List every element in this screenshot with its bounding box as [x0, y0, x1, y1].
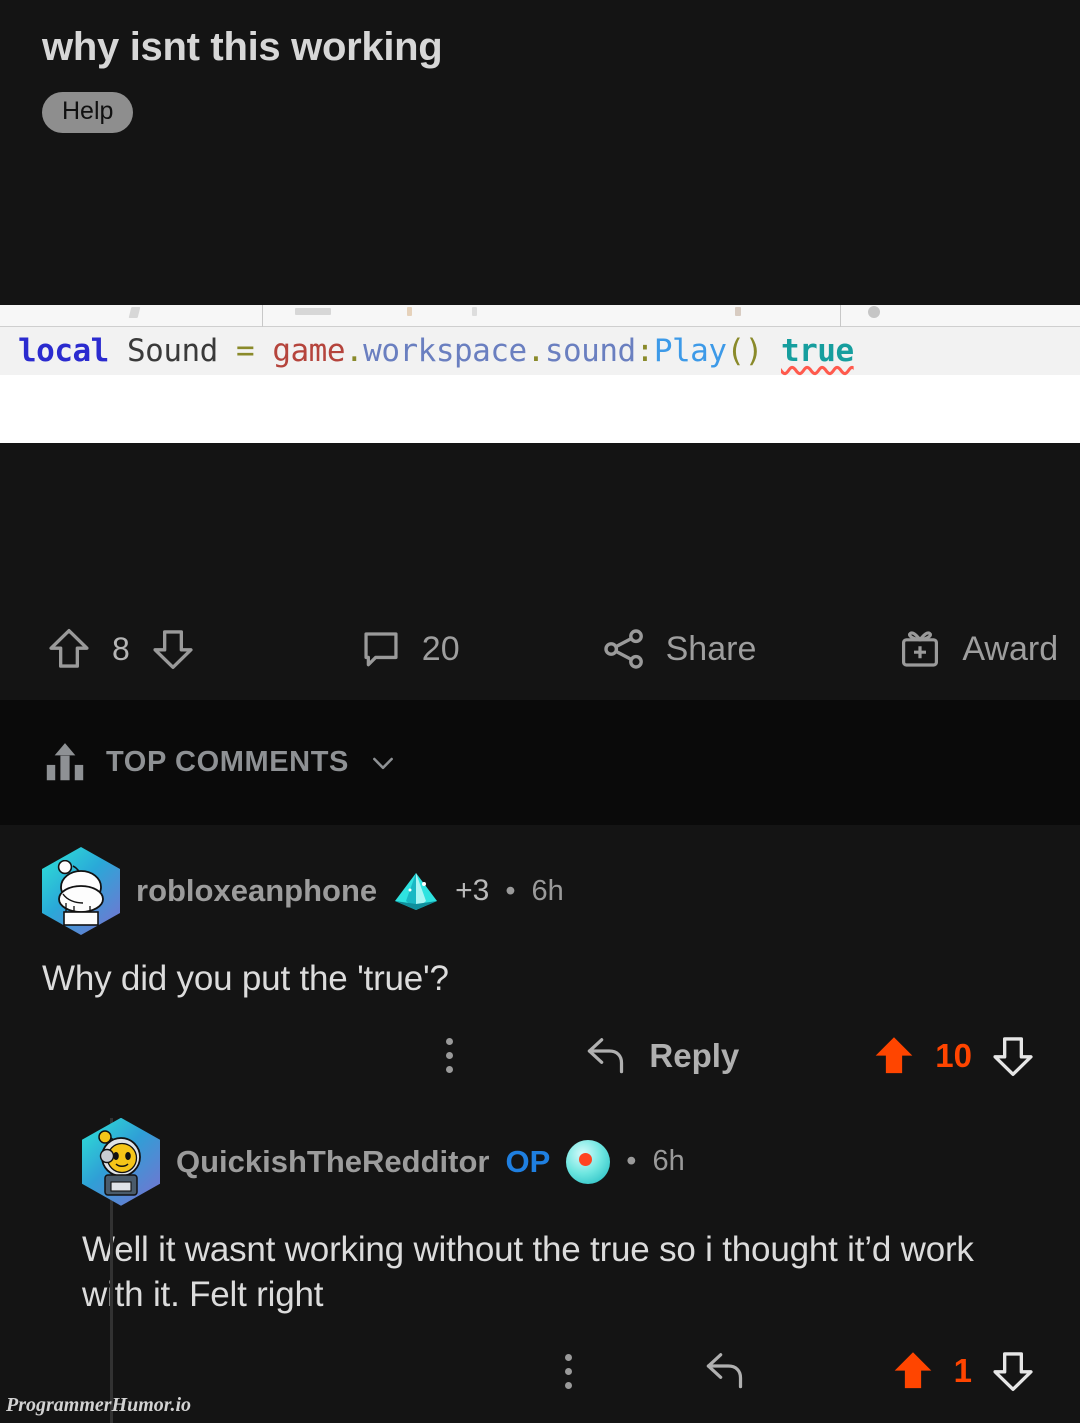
- share-icon: [600, 625, 648, 673]
- code-token-colon: :: [635, 333, 655, 369]
- post-code-image[interactable]: local Sound = game . workspace . sound :…: [0, 305, 1080, 443]
- reply-label: Reply: [649, 1036, 740, 1074]
- code-editor-toolbar: [0, 305, 1080, 327]
- post-flair-help[interactable]: Help: [42, 92, 134, 133]
- reply-author[interactable]: QuickishTheRedditor: [176, 1144, 489, 1180]
- op-badge: OP: [505, 1143, 551, 1179]
- code-token-operator: =: [236, 333, 255, 369]
- reply-arrow-icon: [702, 1350, 750, 1392]
- sort-label: TOP COMMENTS: [106, 746, 349, 778]
- reply-body: Well it wasnt working without the true s…: [82, 1229, 974, 1314]
- arrow-down-icon[interactable]: [988, 1030, 1038, 1082]
- chevron-down-icon[interactable]: [367, 747, 399, 779]
- share-label: Share: [665, 629, 757, 668]
- arrow-up-filled-icon[interactable]: [888, 1345, 938, 1397]
- comment-vote-group: 10: [869, 1030, 1038, 1082]
- arrow-up-icon[interactable]: [44, 623, 94, 675]
- flair-row: Help: [42, 92, 1038, 133]
- post-comments-button[interactable]: 20: [358, 626, 460, 672]
- award-gift-icon: [896, 625, 944, 673]
- comment-score: 10: [935, 1036, 972, 1074]
- post-comment-count: 20: [421, 629, 460, 668]
- meta-separator: •: [505, 874, 516, 907]
- post-share-button[interactable]: Share: [600, 625, 757, 673]
- gem-award-icon[interactable]: [393, 871, 439, 911]
- code-token-method: Play: [653, 333, 727, 369]
- more-options-icon[interactable]: [564, 1353, 572, 1389]
- comment-sort-bar[interactable]: TOP COMMENTS: [0, 700, 1080, 825]
- code-token-dot-1: .: [345, 333, 364, 369]
- arrow-down-icon[interactable]: [148, 623, 198, 675]
- more-options-icon[interactable]: [446, 1038, 454, 1074]
- reply-vote-group: 1: [888, 1345, 1038, 1397]
- award-label: Award: [962, 629, 1059, 668]
- code-token-property-2: sound: [544, 333, 636, 369]
- arrow-down-icon[interactable]: [988, 1345, 1038, 1397]
- code-token-variable: Sound: [127, 333, 218, 369]
- code-token-object: game: [272, 333, 345, 369]
- comment-action-row: Reply 10: [42, 1030, 1038, 1082]
- comment-reply-thread: QuickishTheRedditor OP • 6h Well it wasn…: [42, 1117, 1038, 1423]
- comment-timestamp: 6h: [531, 874, 564, 907]
- award-count: +3: [455, 874, 490, 907]
- post-action-bar: 8 20 Share Award: [0, 598, 1080, 700]
- comment-author[interactable]: robloxeanphone: [136, 873, 377, 909]
- code-token-boolean-error: true: [780, 333, 854, 369]
- post-header: why isnt this working Help: [0, 0, 1080, 133]
- reply-header: QuickishTheRedditor OP • 6h: [82, 1117, 1038, 1206]
- code-token-parens: (): [726, 333, 763, 369]
- comment-thread-root: robloxeanphone +3 • 6h Why did you put t…: [0, 825, 1080, 1423]
- code-line: local Sound = game . workspace . sound :…: [0, 327, 1080, 375]
- post-title: why isnt this working: [42, 25, 443, 69]
- reply-button[interactable]: [702, 1350, 768, 1392]
- comments-list: robloxeanphone +3 • 6h Why did you put t…: [0, 825, 1080, 1423]
- post-vote-group: 8: [44, 623, 198, 675]
- reply-arrow-icon: [583, 1035, 631, 1077]
- post-score: 8: [112, 630, 130, 667]
- reply-action-row: 1: [82, 1345, 1038, 1397]
- comment-bubble-icon: [358, 626, 404, 672]
- reply-timestamp: 6h: [652, 1145, 685, 1178]
- watermark: ProgrammerHumor.io: [6, 1394, 192, 1416]
- avatar[interactable]: [42, 847, 120, 935]
- round-teal-award-icon[interactable]: [566, 1139, 611, 1184]
- post-award-button[interactable]: Award: [896, 625, 1058, 673]
- code-token-keyword: local: [18, 333, 109, 369]
- reply-button[interactable]: Reply: [583, 1035, 739, 1077]
- reply-score: 1: [953, 1352, 972, 1390]
- code-editor-empty-area: [0, 375, 1080, 442]
- reddit-post-screenshot: why isnt this working Help local Sound =…: [0, 0, 1080, 1423]
- trending-bars-icon: [42, 740, 88, 786]
- comment-header: robloxeanphone +3 • 6h: [42, 847, 1038, 935]
- code-token-property-1: workspace: [363, 333, 527, 369]
- avatar[interactable]: [82, 1117, 160, 1206]
- arrow-up-filled-icon[interactable]: [869, 1030, 919, 1082]
- code-token-dot-2: .: [526, 333, 546, 369]
- reply-comment: QuickishTheRedditor OP • 6h Well it wasn…: [42, 1117, 1038, 1398]
- meta-separator: •: [626, 1145, 637, 1178]
- comment-body: Why did you put the 'true'?: [42, 959, 449, 998]
